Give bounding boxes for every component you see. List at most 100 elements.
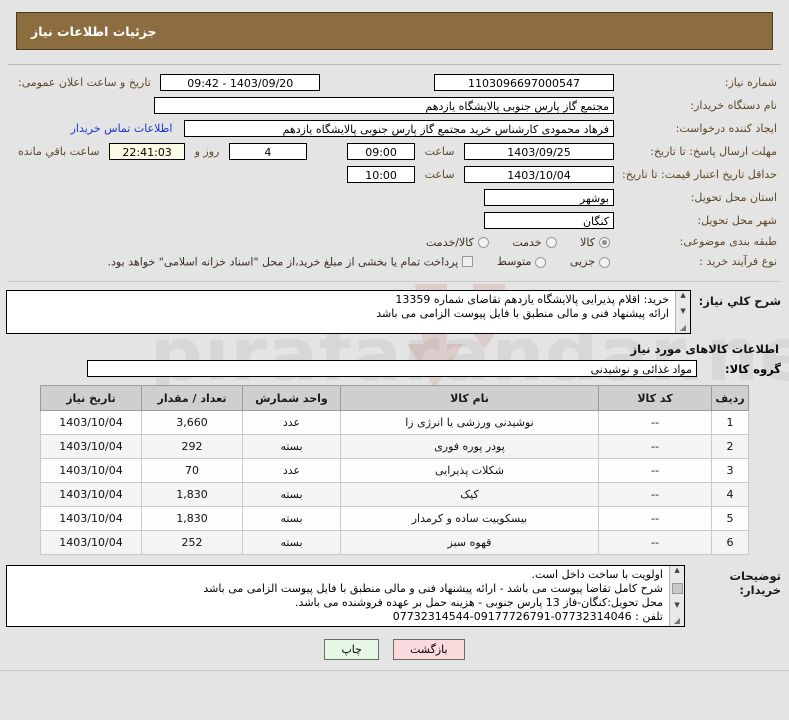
category-option-service[interactable]: خدمت	[512, 236, 560, 249]
buyer-notes-line-3: محل تحویل:کنگان-فاز 13 پارس جنوبی - هزین…	[295, 596, 663, 610]
label-province: استان محل تحویل:	[690, 191, 777, 204]
requester-field[interactable]: فرهاد محمودی کارشناس خرید مجتمع گاز پارس…	[184, 120, 614, 137]
notes-resize-grip-icon[interactable]: ◢	[674, 617, 680, 625]
treasury-checkbox-icon[interactable]	[462, 256, 474, 268]
row-need-number: شماره نیاز: 1103096697000547 1403/09/20 …	[8, 71, 781, 94]
days-remaining-field: 4	[228, 143, 307, 160]
announce-datetime-field[interactable]: 1403/09/20 - 09:42	[160, 74, 321, 91]
description-textarea[interactable]: ▲ ▼ ◢ خرید: اقلام پذیرایی پالایشگاه یازد…	[6, 290, 691, 335]
cell-unit: عدد	[242, 410, 341, 436]
category-option-goods-service-label: کالا/خدمت	[426, 235, 474, 249]
validity-date-field[interactable]: 1403/10/04	[464, 166, 614, 183]
scroll-up-icon[interactable]: ▲	[680, 292, 685, 299]
label-category: طبقه بندی موضوعی:	[679, 235, 777, 249]
notes-scroll-up-icon[interactable]: ▲	[674, 567, 679, 574]
row-validity: حداقل تاریخ اعتبار قیمت: تا تاریخ: 1403/…	[8, 163, 781, 186]
process-option-minor[interactable]: جزیی	[570, 255, 614, 268]
category-option-goods[interactable]: کالا	[580, 236, 614, 249]
cell-name: قهوه سبز	[340, 530, 599, 556]
need-number-field[interactable]: 1103096697000547	[434, 74, 614, 91]
back-button[interactable]: بازگشت	[392, 639, 465, 661]
radio-medium-icon[interactable]	[535, 256, 547, 268]
col-name: نام کالا	[340, 385, 599, 412]
cell-code: --	[598, 506, 712, 532]
row-city: شهر محل تحویل: کنگان	[8, 209, 781, 232]
deadline-date-field[interactable]: 1403/09/25	[464, 143, 614, 160]
radio-service-icon[interactable]	[545, 237, 557, 248]
goods-header-row: ردیف کد کالا نام کالا واحد شمارش تعداد /…	[40, 385, 749, 412]
label-remaining: ساعت باقي مانده	[18, 145, 100, 158]
cell-name: کیک	[340, 482, 599, 508]
table-row: 6 -- قهوه سبز بسته 252 1403/10/04	[40, 530, 749, 556]
label-days-word: روز و	[194, 145, 220, 158]
cell-unit: بسته	[242, 506, 341, 532]
buyer-notes-line-4: تلفن : 07732314046-09177726791-077323145…	[392, 610, 663, 624]
cell-buyer-org-value: مجتمع گاز پارس جنوبی پالایشگاه یازدهم	[8, 94, 618, 117]
validity-time-field[interactable]: 10:00	[347, 166, 416, 183]
cell-index: 2	[711, 434, 749, 460]
print-button[interactable]: چاپ	[324, 639, 379, 661]
buyer-contact-link[interactable]: اطلاعات تماس خریدار	[63, 122, 181, 135]
cell-unit: عدد	[242, 458, 341, 484]
cell-index: 5	[711, 506, 749, 532]
table-row: 5 -- بیسکوییت ساده و کرمدار بسته 1,830 1…	[40, 506, 749, 532]
cell-code: --	[598, 410, 712, 436]
cell-countdown: 4 روز و 22:41:03 ساعت باقي مانده	[8, 140, 334, 163]
need-info-panel: شماره نیاز: 1103096697000547 1403/09/20 …	[8, 64, 781, 271]
col-qty: تعداد / مقدار	[141, 385, 243, 412]
goods-section-heading: اطلاعات کالاهای مورد نیاز	[630, 342, 779, 357]
description-text: خرید: اقلام پذیرایی پالایشگاه یازدهم تقا…	[7, 291, 675, 333]
scroll-down-icon[interactable]: ▼	[680, 308, 685, 315]
process-option-medium[interactable]: متوسط	[497, 255, 551, 268]
category-option-goods-service[interactable]: کالا/خدمت	[426, 236, 493, 249]
cell-date: 1403/10/04	[40, 434, 142, 460]
cell-category-options: کالا خدمت کالا/خدمت	[8, 232, 618, 252]
goods-group-row: گروه کالا: مواد غذائی و نوشیدنی	[0, 360, 781, 378]
cell-code: --	[598, 458, 712, 484]
cell-index: 1	[711, 410, 749, 436]
col-index: ردیف	[711, 385, 749, 412]
cell-date: 1403/10/04	[40, 410, 142, 436]
description-section: شرح کلي نیاز: ▲ ▼ ◢ خرید: اقلام پذیرایی …	[6, 290, 783, 335]
radio-goods-service-icon[interactable]	[477, 237, 489, 248]
buyer-org-field[interactable]: مجتمع گاز پارس جنوبی پالایشگاه یازدهم	[154, 97, 614, 114]
label-deadline: مهلت ارسال پاسخ: تا تاریخ:	[650, 145, 777, 158]
table-row: 2 -- پودر پوره فوری بسته 292 1403/10/04	[40, 434, 749, 460]
goods-table: ردیف کد کالا نام کالا واحد شمارش تعداد /…	[40, 385, 749, 556]
buyer-notes-scrollbar[interactable]: ▲ ▼ ◢	[669, 566, 684, 627]
notes-scroll-down-icon[interactable]: ▼	[674, 601, 679, 609]
label-buyer-notes: توضیحات خریدار:	[729, 569, 782, 598]
label-city: شهر محل تحویل:	[697, 214, 777, 227]
goods-group-field[interactable]: مواد غذائی و نوشیدنی	[87, 360, 697, 378]
cell-qty: 292	[141, 434, 243, 460]
cell-code: --	[598, 482, 712, 508]
province-field[interactable]: بوشهر	[484, 189, 614, 206]
description-scrollbar[interactable]: ▲ ▼ ◢	[675, 291, 690, 334]
buyer-notes-text: اولویت با ساخت داخل است. شرح کامل تقاضا …	[7, 566, 669, 626]
cell-unit: بسته	[242, 482, 341, 508]
cell-date: 1403/10/04	[40, 458, 142, 484]
radio-minor-icon[interactable]	[599, 256, 610, 268]
treasury-checkbox-group[interactable]: پرداخت تمام یا بخشی از مبلغ خرید،از محل …	[107, 255, 478, 269]
deadline-time-field[interactable]: 09:00	[347, 143, 416, 160]
page-title: جزئیات اطلاعات نیاز	[31, 23, 157, 39]
label-process-type: نوع فرآیند خرید :	[699, 254, 777, 268]
treasury-checkbox-label: پرداخت تمام یا بخشی از مبلغ خرید،از محل …	[107, 255, 459, 269]
cell-index: 3	[711, 458, 749, 484]
row-province: استان محل تحویل: بوشهر	[8, 186, 781, 209]
radio-goods-icon[interactable]	[599, 237, 610, 248]
notes-scroll-thumb[interactable]	[671, 582, 683, 594]
action-buttons: بازگشت چاپ	[0, 639, 789, 661]
row-process-type: نوع فرآیند خرید : جزیی متوسط پرداخت تمام…	[8, 252, 781, 272]
city-field[interactable]: کنگان	[484, 212, 614, 229]
cell-qty: 1,830	[141, 482, 243, 508]
table-row: 4 -- کیک بسته 1,830 1403/10/04	[40, 482, 749, 508]
row-buyer-org: نام دستگاه خریدار: مجتمع گاز پارس جنوبی …	[8, 94, 781, 117]
goods-table-wrapper: ردیف کد کالا نام کالا واحد شمارش تعداد /…	[40, 385, 749, 556]
buyer-notes-textarea[interactable]: ▲ ▼ ◢ اولویت با ساخت داخل است. شرح کامل …	[6, 565, 685, 628]
label-validity: حداقل تاریخ اعتبار قیمت: تا تاریخ:	[622, 168, 777, 181]
cell-qty: 3,660	[141, 410, 243, 436]
cell-name: شکلات پذیرایی	[340, 458, 599, 484]
resize-grip-icon[interactable]: ◢	[680, 324, 686, 332]
label-description: شرح کلي نیاز:	[698, 294, 781, 309]
